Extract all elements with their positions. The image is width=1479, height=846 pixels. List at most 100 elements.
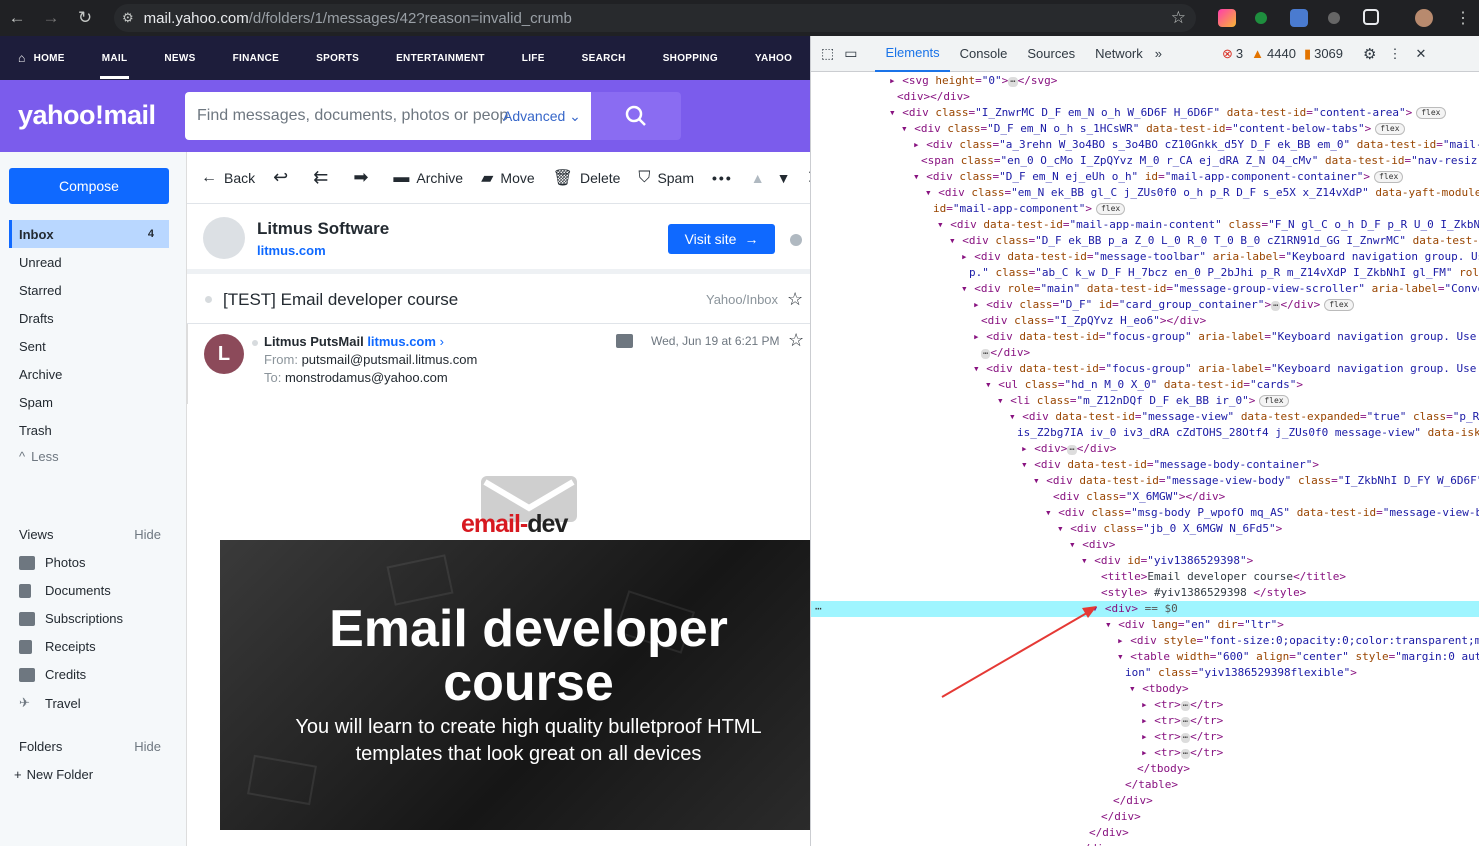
reload-icon[interactable]: ↻ [68,8,102,28]
dom-node[interactable]: ▸ <div style="font-size:0;opacity:0;colo… [1117,633,1479,649]
puzzle-icon[interactable] [1363,9,1379,25]
sidebar-item-drafts[interactable]: Drafts [9,304,169,332]
tab-sources[interactable]: Sources [1017,36,1085,72]
nav-search[interactable]: SEARCH [582,53,626,64]
menu-icon[interactable]: ⋮ [1455,8,1471,28]
spam-button[interactable]: ⛉ Spam [638,169,694,187]
view-documents[interactable]: Documents [19,583,111,598]
tab-elements[interactable]: Elements [875,36,950,72]
inspect-element-icon[interactable]: ⬚ [821,45,834,62]
dom-node[interactable]: ▾ <div role="main" data-test-id="message… [961,281,1479,297]
dom-node[interactable]: ▾ <div id="yiv1386529398"> [1081,553,1253,569]
dom-node[interactable]: ▾ <ul class="hd_n M_0 X_0" data-test-id=… [985,377,1303,393]
advanced-search-button[interactable]: Advanced ⌄ [503,108,581,125]
dom-node[interactable]: ▸ <tr> ⋯ </tr> [1141,713,1223,729]
nav-life[interactable]: LIFE [522,53,545,64]
move-button[interactable]: ▰ Move [481,168,535,188]
sidebar-item-unread[interactable]: Unread [9,248,169,276]
dom-node[interactable]: ▸ <div class="a_3rehn W_3o4BO s_3o4BO cZ… [913,137,1479,153]
dom-node[interactable]: ▾ <div data-test-id="mail-app-main-conte… [937,217,1479,233]
dom-node[interactable]: ▾ <li class="m_Z12nDQf D_F ek_BB ir_0"> f… [997,393,1289,409]
dom-node[interactable]: ▾ <div class="I_ZnwrMC D_F em_N o_h W_6D… [889,105,1446,121]
chevron-right-icon[interactable]: › [440,334,444,349]
from-address[interactable]: putsmail@putsmail.litmus.com [302,352,478,367]
dom-node[interactable]: ▸ <div> ⋯ </div> [1021,441,1117,457]
nav-shopping[interactable]: SHOPPING [663,53,718,64]
dom-node[interactable]: ▾ <div data-test-id="message-view" data-… [1009,409,1479,425]
nav-yahoo[interactable]: YAHOO [755,53,792,64]
dom-node[interactable]: ▾ <div class="msg-body P_wpofO mq_AS" da… [1045,505,1479,521]
extension-icon[interactable] [1255,12,1267,24]
sidebar-less-toggle[interactable]: ^ Less [9,442,169,470]
sidebar-item-spam[interactable]: Spam [9,388,169,416]
dom-node[interactable]: ▸ <div class="D_F" id="card_group_contai… [973,297,1354,313]
reply-all-button[interactable]: ⇇ [313,167,335,188]
error-icon[interactable]: ⊗ [1222,46,1233,62]
views-hide-button[interactable]: Hide [134,527,161,542]
dom-node[interactable]: ▸ <tr> ⋯ </tr> [1141,745,1223,761]
nav-entertainment[interactable]: ENTERTAINMENT [396,53,485,64]
sidebar-item-starred[interactable]: Starred [9,276,169,304]
dom-node[interactable]: ▸ <div data-test-id="focus-group" aria-l… [973,329,1476,345]
back-button[interactable]: ← Back [201,169,255,187]
archive-button[interactable]: ▬ Archive [393,169,463,187]
compose-button[interactable]: Compose [9,168,169,204]
dom-node[interactable]: ▾ <div class="D_F em_N o_h s_1HCsWR" dat… [901,121,1405,137]
star-icon[interactable]: ☆ [787,289,803,310]
dom-node[interactable]: ▾ <div class="em_N ek_BB gl_C j_ZUs0f0 o… [925,185,1479,201]
issues-icon[interactable]: ▮ [1304,46,1311,62]
avatar[interactable] [1415,9,1433,27]
info-icon[interactable] [790,234,802,246]
previous-message-icon[interactable]: ▲ [751,170,765,186]
devtools-menu-icon[interactable]: ⋮ [1388,46,1401,62]
dom-node[interactable]: ▾ <div lang="en" dir="ltr"> [1105,617,1284,633]
delete-button[interactable]: 🗑 Delete [553,168,621,188]
nav-news[interactable]: NEWS [164,53,195,64]
sidebar-item-inbox[interactable]: Inbox 4 [9,220,169,248]
next-message-icon[interactable]: ▼ [777,170,791,186]
forward-button[interactable]: ➡ [353,167,375,188]
sidebar-item-trash[interactable]: Trash [9,416,169,444]
view-receipts[interactable]: Receipts [19,639,96,654]
more-options-icon[interactable]: ••• [712,170,733,186]
sidebar-item-archive[interactable]: Archive [9,360,169,388]
star-icon[interactable]: ☆ [788,330,804,351]
dom-node[interactable]: <div></div> [897,89,970,105]
view-subscriptions[interactable]: Subscriptions [19,611,123,626]
to-address[interactable]: monstrodamus@yahoo.com [285,370,448,385]
dom-node[interactable]: ▾ <table width="600" align="center" styl… [1117,649,1479,665]
dom-node[interactable]: <title>Email developer course</title> [1101,569,1346,585]
selected-dom-node[interactable]: ⋯ ▾ <div> == $0 [811,601,1479,617]
unread-dot-icon[interactable] [205,296,212,303]
visit-site-button[interactable]: Visit site → [668,224,775,254]
more-tabs-icon[interactable]: » [1155,46,1162,61]
dom-node[interactable]: ▸ <tr> ⋯ </tr> [1141,697,1223,713]
extension-icon[interactable] [1218,9,1236,27]
sidebar-item-sent[interactable]: Sent [9,332,169,360]
extension-icon[interactable] [1290,9,1308,27]
address-bar[interactable]: ⚙ mail.yahoo.com/d/folders/1/messages/42… [114,4,1196,32]
dom-node[interactable]: ▾ <div class="D_F ek_BB p_a Z_0 L_0 R_0 … [949,233,1479,249]
settings-gear-icon[interactable]: ⚙ [1363,45,1376,63]
dom-node[interactable]: ▾ <div data-test-id="focus-group" aria-l… [973,361,1476,377]
home-icon[interactable]: ⌂ [18,51,26,65]
tab-console[interactable]: Console [950,36,1018,72]
folders-hide-button[interactable]: Hide [134,739,161,754]
site-settings-icon[interactable]: ⚙ [122,10,134,26]
view-credits[interactable]: Credits [19,667,86,682]
dom-node[interactable]: ▾ <div> [1069,537,1115,553]
warning-icon[interactable]: ▲ [1251,46,1264,61]
dom-node[interactable]: ▾ <tbody> [1129,681,1189,697]
device-toolbar-icon[interactable]: ▭ [844,45,857,62]
dom-node[interactable]: ▾ <div data-test-id="message-view-body" … [1033,473,1479,489]
nav-finance[interactable]: FINANCE [233,53,280,64]
dom-node[interactable]: ▾ <div data-test-id="message-body-contai… [1021,457,1319,473]
sender-domain-link[interactable]: litmus.com [257,243,326,258]
nav-home[interactable]: HOME [34,53,65,64]
new-folder-button[interactable]: + New Folder [14,767,93,782]
tab-network[interactable]: Network [1085,36,1153,72]
dom-node[interactable]: <span class="en_0 O_cMo I_ZpQYvz M_0 r_C… [921,153,1477,169]
view-photos[interactable]: Photos [19,555,85,570]
search-button[interactable] [591,92,681,140]
dom-node[interactable]: ▸ <div data-test-id="message-toolbar" ar… [961,249,1479,265]
